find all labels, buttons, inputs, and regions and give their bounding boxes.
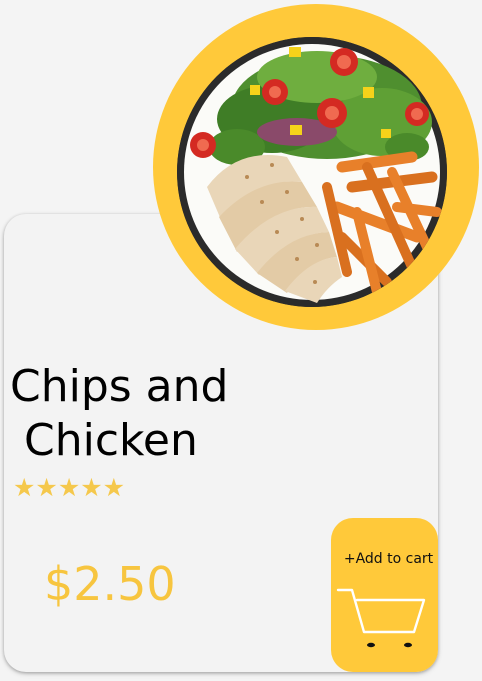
- dish-image-halo: [153, 4, 479, 330]
- star-icon: ★★★★★: [13, 473, 126, 502]
- product-screen: Chips and Chicken ★★★★★ $2.50 +Add to ca…: [0, 0, 482, 681]
- add-to-cart-label: +Add to cart: [343, 551, 434, 567]
- dish-illustration: [177, 37, 447, 307]
- add-to-cart-button[interactable]: +Add to cart: [331, 518, 438, 672]
- product-name: Chips and Chicken: [10, 361, 229, 466]
- shopping-cart-icon: [336, 588, 426, 648]
- product-price: $2.50: [44, 557, 176, 611]
- star-rating: ★★★★★: [13, 474, 125, 502]
- dish-image: [177, 37, 447, 307]
